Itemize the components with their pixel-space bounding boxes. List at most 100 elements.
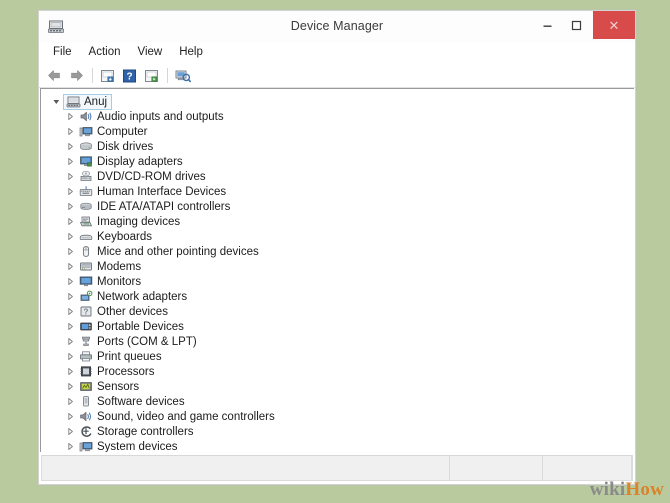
forward-arrow-icon[interactable]	[66, 66, 87, 85]
device-tree-panel[interactable]: Anuj Audio inputs and outputs	[40, 88, 634, 452]
tree-item-label: Monitors	[95, 276, 141, 288]
tree-item-dvd-cd-rom-drives[interactable]: DVD/CD-ROM drives	[41, 169, 634, 184]
maximize-button[interactable]	[562, 11, 591, 39]
tree-root-node[interactable]: Anuj	[41, 94, 634, 109]
tree-item-display-adapters[interactable]: Display adapters	[41, 154, 634, 169]
chevron-right-icon[interactable]	[63, 352, 77, 361]
properties-icon[interactable]	[141, 66, 162, 85]
close-icon: ✕	[609, 19, 620, 32]
back-arrow-icon[interactable]	[44, 66, 65, 85]
tree-item-keyboards[interactable]: Keyboards	[41, 229, 634, 244]
other-device-icon: ?	[77, 305, 95, 318]
device-tree: Anuj Audio inputs and outputs	[41, 89, 634, 452]
tree-item-storage-controllers[interactable]: Storage controllers	[41, 424, 634, 439]
tree-item-audio-inputs-and-outputs[interactable]: Audio inputs and outputs	[41, 109, 634, 124]
software-device-icon	[77, 395, 95, 408]
chevron-right-icon[interactable]	[63, 292, 77, 301]
tree-item-portable-devices[interactable]: Portable Devices	[41, 319, 634, 334]
tree-item-label: Mice and other pointing devices	[95, 246, 259, 258]
port-icon	[77, 335, 95, 348]
status-bar-pane-1	[450, 456, 543, 480]
dvd-drive-icon	[77, 170, 95, 183]
close-button[interactable]: ✕	[593, 11, 635, 39]
chevron-right-icon[interactable]	[63, 202, 77, 211]
tree-item-label: Print queues	[95, 351, 162, 363]
chevron-right-icon[interactable]	[63, 157, 77, 166]
toolbar: ?	[39, 64, 635, 88]
tree-item-software-devices[interactable]: Software devices	[41, 394, 634, 409]
chevron-right-icon[interactable]	[63, 232, 77, 241]
tree-item-label: Portable Devices	[95, 321, 184, 333]
chevron-right-icon[interactable]	[63, 217, 77, 226]
chevron-right-icon[interactable]	[63, 142, 77, 151]
mouse-icon	[77, 245, 95, 258]
chevron-right-icon[interactable]	[63, 442, 77, 451]
tree-item-label: Display adapters	[95, 156, 183, 168]
disk-drive-icon	[77, 140, 95, 153]
menu-bar: File Action View Help	[39, 43, 635, 64]
chevron-right-icon[interactable]	[63, 262, 77, 271]
svg-text:?: ?	[126, 71, 132, 82]
tree-item-disk-drives[interactable]: Disk drives	[41, 139, 634, 154]
status-bar-pane-2	[543, 456, 632, 480]
tree-item-modems[interactable]: Modems	[41, 259, 634, 274]
watermark-wiki-text: wiki	[590, 479, 626, 500]
computer-node-icon	[65, 95, 82, 109]
chevron-right-icon[interactable]	[63, 367, 77, 376]
tree-item-imaging-devices[interactable]: Imaging devices	[41, 214, 634, 229]
chevron-right-icon[interactable]	[63, 172, 77, 181]
chevron-right-icon[interactable]	[63, 247, 77, 256]
imaging-device-icon	[77, 215, 95, 228]
tree-item-sound-video-and-game-controllers[interactable]: Sound, video and game controllers	[41, 409, 634, 424]
chevron-right-icon[interactable]	[63, 337, 77, 346]
tree-item-ports-com-and-lpt[interactable]: Ports (COM & LPT)	[41, 334, 634, 349]
tree-item-print-queues[interactable]: Print queues	[41, 349, 634, 364]
tree-item-computer[interactable]: Computer	[41, 124, 634, 139]
tree-item-network-adapters[interactable]: Network adapters	[41, 289, 634, 304]
tree-item-monitors[interactable]: Monitors	[41, 274, 634, 289]
speaker-icon	[77, 110, 95, 123]
chevron-right-icon[interactable]	[63, 307, 77, 316]
tree-item-sensors[interactable]: Sensors	[41, 379, 634, 394]
tree-item-label: Ports (COM & LPT)	[95, 336, 197, 348]
status-bar	[41, 455, 633, 481]
help-icon[interactable]: ?	[119, 66, 140, 85]
chevron-right-icon[interactable]	[63, 322, 77, 331]
window-controls: ✕	[533, 11, 635, 39]
chevron-right-icon[interactable]	[63, 427, 77, 436]
tree-item-system-devices[interactable]: System devices	[41, 439, 634, 452]
chevron-right-icon[interactable]	[63, 382, 77, 391]
scan-for-hardware-changes-icon[interactable]	[172, 66, 193, 85]
tree-item-other-devices[interactable]: ? Other devices	[41, 304, 634, 319]
tree-item-label: System devices	[95, 441, 178, 453]
tree-item-label: Sound, video and game controllers	[95, 411, 275, 423]
tree-item-mice-and-other-pointing-devices[interactable]: Mice and other pointing devices	[41, 244, 634, 259]
tree-item-processors[interactable]: Processors	[41, 364, 634, 379]
menu-item-file[interactable]: File	[45, 45, 81, 62]
menu-item-view[interactable]: View	[130, 45, 172, 62]
tree-item-ide-ata-atapi-controllers[interactable]: IDE ATA/ATAPI controllers	[41, 199, 634, 214]
chevron-right-icon[interactable]	[63, 112, 77, 121]
show-hide-console-tree-icon[interactable]	[97, 66, 118, 85]
tree-item-human-interface-devices[interactable]: Human Interface Devices	[41, 184, 634, 199]
tree-item-label: Software devices	[95, 396, 185, 408]
chevron-right-icon[interactable]	[63, 277, 77, 286]
minimize-button[interactable]	[533, 11, 562, 39]
chevron-down-icon[interactable]	[49, 97, 63, 106]
processor-icon	[77, 365, 95, 378]
menu-item-action[interactable]: Action	[81, 45, 130, 62]
sensor-icon	[77, 380, 95, 393]
tree-item-label: IDE ATA/ATAPI controllers	[95, 201, 230, 213]
network-adapter-icon	[77, 290, 95, 303]
menu-item-help[interactable]: Help	[171, 45, 212, 62]
chevron-right-icon[interactable]	[63, 397, 77, 406]
storage-controller-icon	[77, 425, 95, 438]
toolbar-separator-2	[167, 68, 168, 83]
tree-item-label: Keyboards	[95, 231, 152, 243]
computer-icon	[77, 125, 95, 138]
chevron-right-icon[interactable]	[63, 412, 77, 421]
monitor-icon	[77, 275, 95, 288]
tree-item-label: DVD/CD-ROM drives	[95, 171, 206, 183]
chevron-right-icon[interactable]	[63, 127, 77, 136]
chevron-right-icon[interactable]	[63, 187, 77, 196]
